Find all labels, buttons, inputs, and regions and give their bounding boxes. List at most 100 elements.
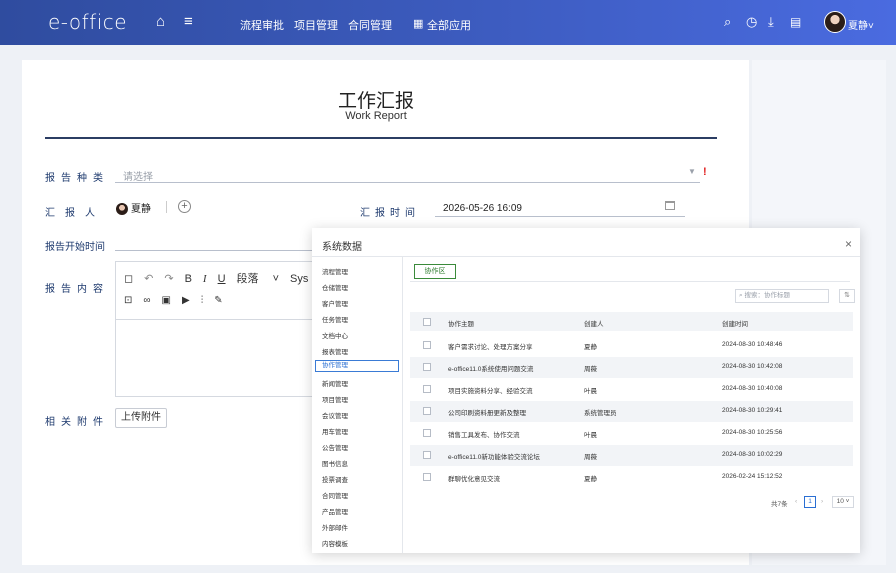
- search-placeholder: 搜索：协作标题: [744, 292, 790, 299]
- sidebar-item-projects[interactable]: 项目管理: [322, 394, 348, 404]
- modal-sidebar-divider: [402, 256, 403, 553]
- sidebar-item-customers[interactable]: 客户管理: [322, 298, 348, 308]
- italic-icon[interactable]: I: [203, 273, 207, 285]
- column-header[interactable]: 创建人: [584, 318, 604, 328]
- sidebar-item-surveys[interactable]: 投票调查: [322, 474, 348, 484]
- table-row[interactable]: e-office11.0新功能体验交流论坛 周薇 2024-08-30 10:0…: [410, 445, 853, 466]
- underline-icon[interactable]: U: [218, 273, 226, 285]
- report-time-underline: [435, 216, 685, 217]
- attachment-icon[interactable]: ⊡: [124, 295, 132, 306]
- chevron-down-icon[interactable]: ▼: [688, 167, 696, 176]
- nav-projects[interactable]: 项目管理: [294, 17, 338, 33]
- sidebar-item-news[interactable]: 新闻管理: [322, 378, 348, 388]
- undo-icon[interactable]: ↶: [144, 272, 153, 285]
- row-checkbox[interactable]: [423, 363, 431, 371]
- column-header[interactable]: 创建时间: [722, 318, 748, 328]
- sidebar-item-templates[interactable]: 内容模板: [322, 538, 348, 548]
- sidebar-item-workflow[interactable]: 流程管理: [322, 266, 348, 276]
- modal-divider: [312, 256, 860, 257]
- hamburger-menu-icon[interactable]: ≡: [184, 13, 193, 31]
- content-label: 报告内容: [45, 284, 109, 295]
- document-icon[interactable]: ▤: [790, 13, 801, 31]
- sidebar-item-storage[interactable]: 仓储管理: [322, 282, 348, 292]
- add-reporter-button[interactable]: +: [178, 200, 191, 213]
- nav-workflow[interactable]: 流程审批: [240, 17, 284, 33]
- next-page-icon[interactable]: ›: [821, 498, 823, 505]
- sidebar-item-tasks[interactable]: 任务管理: [322, 314, 348, 324]
- link-icon[interactable]: ∞: [143, 295, 150, 306]
- nav-all-apps[interactable]: 全部应用: [427, 17, 471, 33]
- sidebar-item-documents[interactable]: 文档中心: [322, 330, 348, 340]
- search-icon[interactable]: ⌕: [724, 13, 731, 31]
- row-created-time: 2024-08-30 10:48:46: [722, 341, 783, 348]
- row-checkbox[interactable]: [423, 407, 431, 415]
- required-mark: !: [703, 166, 707, 178]
- rich-text-editor[interactable]: ◻ ↶ ↷ B I U 段落 ˅ Sys ⊡ ∞ ▣ ▶ ⫶ ✎: [115, 261, 336, 397]
- user-name[interactable]: 夏静˅: [848, 17, 874, 32]
- row-checkbox[interactable]: [423, 341, 431, 349]
- toolbar-divider: [116, 319, 336, 320]
- grid-icon[interactable]: ▦: [413, 17, 423, 30]
- prev-page-icon[interactable]: ‹: [795, 498, 797, 505]
- clock-icon[interactable]: ◷: [746, 13, 757, 31]
- form-subtitle: Work Report: [345, 110, 407, 122]
- page-size-select[interactable]: 10 ˅: [832, 496, 854, 508]
- close-icon[interactable]: ×: [845, 237, 852, 251]
- sidebar-item-announcements[interactable]: 公告管理: [322, 442, 348, 452]
- select-all-checkbox[interactable]: [423, 318, 431, 326]
- row-creator: 周薇: [584, 366, 597, 373]
- sidebar-item-vehicles[interactable]: 用车管理: [322, 426, 348, 436]
- tab-divider: [410, 281, 850, 282]
- sidebar-item-reports[interactable]: 报表管理: [322, 346, 348, 356]
- reporter-name: 夏静: [131, 204, 151, 215]
- table-row[interactable]: 项目实施资料分享、经验交流 叶晨 2024-08-30 10:40:08: [410, 379, 853, 400]
- search-input[interactable]: ⌕ 搜索：协作标题: [735, 289, 829, 303]
- video-icon[interactable]: ▶: [182, 295, 190, 306]
- row-creator: 夏静: [584, 344, 597, 351]
- row-checkbox[interactable]: [423, 473, 431, 481]
- upload-attachment-button[interactable]: 上传附件: [115, 408, 167, 428]
- table-row[interactable]: 群聊优化意见交流 夏静 2026-02-24 15:12:52: [410, 467, 853, 488]
- report-time-input[interactable]: 2026-05-26 16:09: [443, 203, 522, 214]
- chart-icon[interactable]: ⫶: [201, 295, 204, 306]
- nav-contracts[interactable]: 合同管理: [348, 17, 392, 33]
- column-header[interactable]: 协作主题: [448, 318, 474, 328]
- sidebar-item-external-mail[interactable]: 外部邮件: [322, 522, 348, 532]
- report-type-select[interactable]: 请选择: [123, 168, 153, 183]
- redo-icon[interactable]: ↷: [164, 272, 173, 285]
- row-created-time: 2026-02-24 15:12:52: [722, 473, 783, 480]
- filter-icon[interactable]: ⇅: [839, 289, 855, 303]
- font-select[interactable]: Sys: [290, 273, 308, 285]
- sidebar-item-meetings[interactable]: 会议管理: [322, 410, 348, 420]
- table-row[interactable]: 公司印刷资料册更新及整理 系统管理员 2024-08-30 10:29:41: [410, 401, 853, 422]
- sidebar-item-collaboration[interactable]: 协作管理: [315, 360, 399, 372]
- home-icon[interactable]: ⌂: [156, 13, 165, 31]
- table-row[interactable]: 客户需求讨论、处理方案分享 夏静 2024-08-30 10:48:46: [410, 335, 853, 356]
- avatar: [116, 203, 128, 216]
- reporter-chip[interactable]: 夏静: [116, 200, 151, 216]
- row-topic: 客户需求讨论、处理方案分享: [448, 344, 533, 351]
- sidebar-item-books[interactable]: 图书信息: [322, 458, 348, 468]
- image-icon[interactable]: ▣: [162, 295, 171, 306]
- current-page[interactable]: 1: [804, 496, 816, 508]
- download-icon[interactable]: ⤓: [768, 13, 774, 31]
- edit-image-icon[interactable]: ✎: [214, 295, 222, 306]
- tab-collaboration-area[interactable]: 协作区: [414, 264, 456, 279]
- sidebar-item-products[interactable]: 产品管理: [322, 506, 348, 516]
- form-title: 工作汇报: [337, 91, 414, 112]
- table-row[interactable]: e-office11.0系统使用问题交流 周薇 2024-08-30 10:42…: [410, 357, 853, 378]
- app-logo[interactable]: e-office: [48, 10, 127, 34]
- calendar-icon[interactable]: [665, 201, 675, 210]
- clear-format-icon[interactable]: ◻: [124, 272, 133, 285]
- reporter-label: 汇报人: [45, 208, 105, 219]
- row-checkbox[interactable]: [423, 451, 431, 459]
- row-checkbox[interactable]: [423, 385, 431, 393]
- user-avatar[interactable]: [824, 11, 846, 33]
- paragraph-select[interactable]: 段落 ˅: [237, 270, 279, 286]
- sidebar-item-contracts[interactable]: 合同管理: [322, 490, 348, 500]
- bold-icon[interactable]: B: [185, 273, 192, 285]
- row-checkbox[interactable]: [423, 429, 431, 437]
- row-creator: 叶晨: [584, 432, 597, 439]
- row-created-time: 2024-08-30 10:40:08: [722, 385, 783, 392]
- table-row[interactable]: 销售工具发布、协作交流 叶晨 2024-08-30 10:25:56: [410, 423, 853, 444]
